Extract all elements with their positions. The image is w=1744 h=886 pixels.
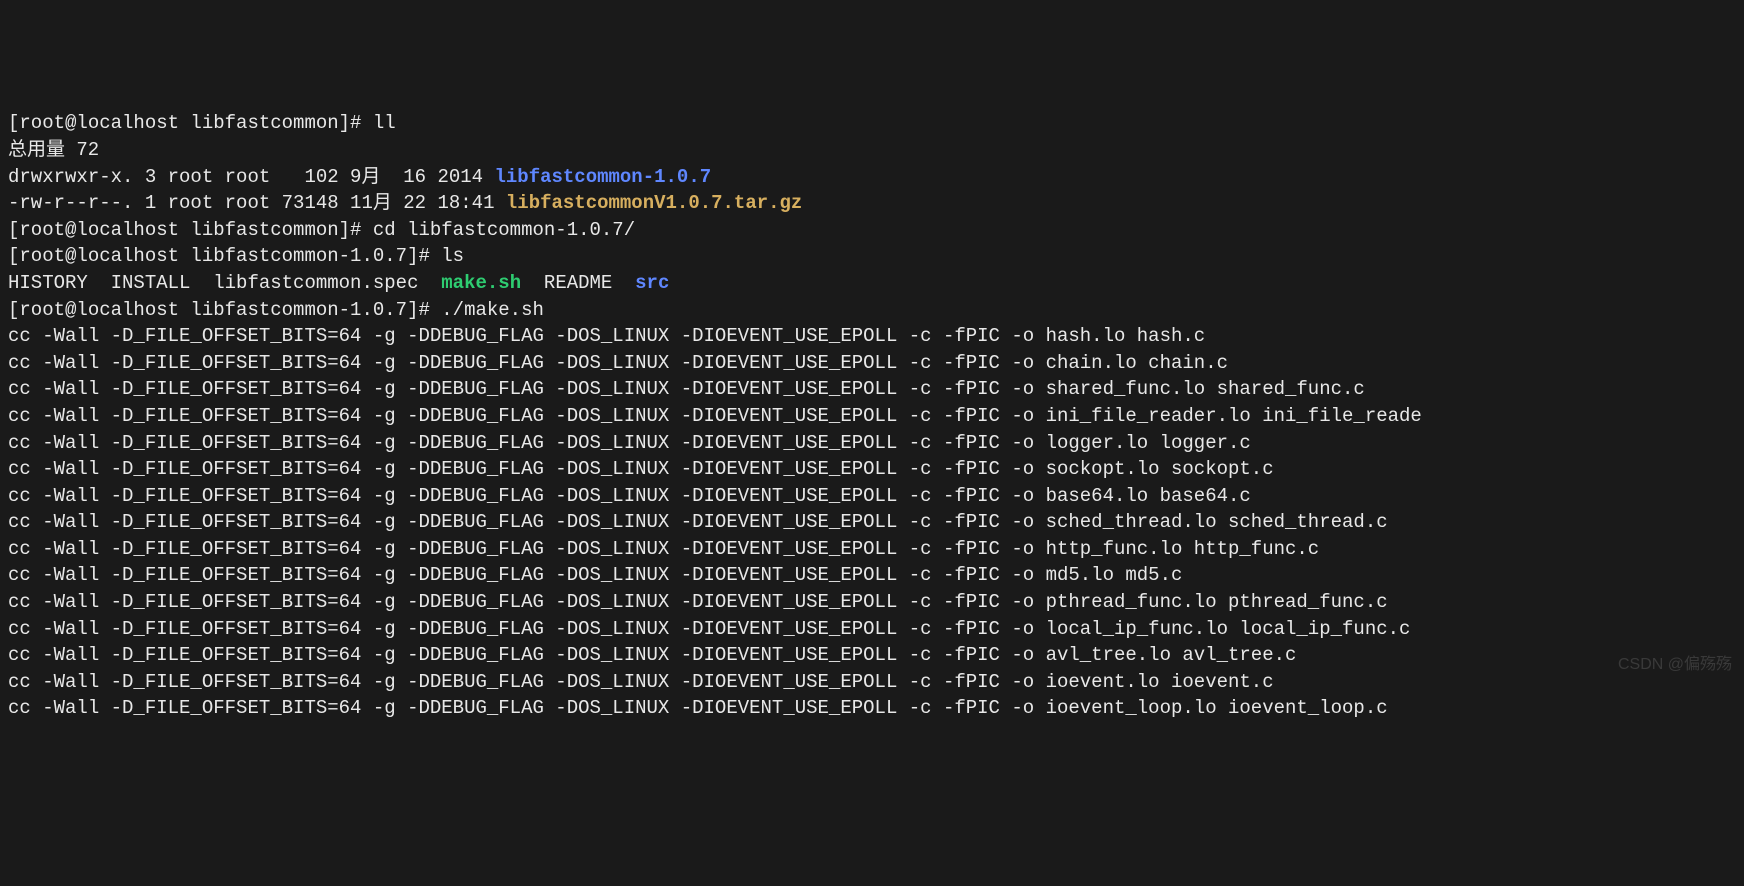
terminal-line: [root@localhost libfastcommon]# ll (8, 110, 1736, 137)
terminal-line: cc -Wall -D_FILE_OFFSET_BITS=64 -g -DDEB… (8, 509, 1736, 536)
terminal-line: cc -Wall -D_FILE_OFFSET_BITS=64 -g -DDEB… (8, 350, 1736, 377)
terminal-line: [root@localhost libfastcommon-1.0.7]# ls (8, 243, 1736, 270)
text-segment: cc -Wall -D_FILE_OFFSET_BITS=64 -g -DDEB… (8, 618, 1410, 640)
text-segment: cc -Wall -D_FILE_OFFSET_BITS=64 -g -DDEB… (8, 458, 1274, 480)
text-segment: 总用量 72 (8, 139, 99, 161)
dir-text: src (635, 272, 669, 294)
terminal-line: cc -Wall -D_FILE_OFFSET_BITS=64 -g -DDEB… (8, 376, 1736, 403)
text-segment: cc -Wall -D_FILE_OFFSET_BITS=64 -g -DDEB… (8, 644, 1296, 666)
text-segment: cc -Wall -D_FILE_OFFSET_BITS=64 -g -DDEB… (8, 352, 1228, 374)
terminal-line: cc -Wall -D_FILE_OFFSET_BITS=64 -g -DDEB… (8, 456, 1736, 483)
text-segment: cc -Wall -D_FILE_OFFSET_BITS=64 -g -DDEB… (8, 378, 1365, 400)
terminal-line: cc -Wall -D_FILE_OFFSET_BITS=64 -g -DDEB… (8, 562, 1736, 589)
terminal-line: cc -Wall -D_FILE_OFFSET_BITS=64 -g -DDEB… (8, 642, 1736, 669)
text-segment: [root@localhost libfastcommon]# ll (8, 112, 396, 134)
text-segment: cc -Wall -D_FILE_OFFSET_BITS=64 -g -DDEB… (8, 432, 1251, 454)
text-segment: cc -Wall -D_FILE_OFFSET_BITS=64 -g -DDEB… (8, 325, 1205, 347)
terminal-line: HISTORY INSTALL libfastcommon.spec make.… (8, 270, 1736, 297)
exec-text: make.sh (441, 272, 521, 294)
text-segment: [root@localhost libfastcommon]# cd libfa… (8, 219, 635, 241)
terminal-line: cc -Wall -D_FILE_OFFSET_BITS=64 -g -DDEB… (8, 669, 1736, 696)
text-segment: HISTORY INSTALL libfastcommon.spec (8, 272, 441, 294)
terminal-line: cc -Wall -D_FILE_OFFSET_BITS=64 -g -DDEB… (8, 695, 1736, 722)
terminal-line: cc -Wall -D_FILE_OFFSET_BITS=64 -g -DDEB… (8, 430, 1736, 457)
terminal-line: [root@localhost libfastcommon]# cd libfa… (8, 217, 1736, 244)
terminal-line: cc -Wall -D_FILE_OFFSET_BITS=64 -g -DDEB… (8, 536, 1736, 563)
text-segment: README (521, 272, 635, 294)
terminal-line: cc -Wall -D_FILE_OFFSET_BITS=64 -g -DDEB… (8, 403, 1736, 430)
text-segment: cc -Wall -D_FILE_OFFSET_BITS=64 -g -DDEB… (8, 697, 1388, 719)
terminal-line: cc -Wall -D_FILE_OFFSET_BITS=64 -g -DDEB… (8, 483, 1736, 510)
terminal-line: 总用量 72 (8, 137, 1736, 164)
text-segment: cc -Wall -D_FILE_OFFSET_BITS=64 -g -DDEB… (8, 511, 1388, 533)
text-segment: [root@localhost libfastcommon-1.0.7]# ls (8, 245, 464, 267)
watermark: CSDN @偏殇殇 (1618, 654, 1732, 676)
terminal-line: drwxrwxr-x. 3 root root 102 9月 16 2014 l… (8, 164, 1736, 191)
text-segment: cc -Wall -D_FILE_OFFSET_BITS=64 -g -DDEB… (8, 405, 1422, 427)
terminal-line: cc -Wall -D_FILE_OFFSET_BITS=64 -g -DDEB… (8, 323, 1736, 350)
terminal-line: cc -Wall -D_FILE_OFFSET_BITS=64 -g -DDEB… (8, 589, 1736, 616)
text-segment: -rw-r--r--. 1 root root 73148 11月 22 18:… (8, 192, 506, 214)
tar-text: libfastcommonV1.0.7.tar.gz (506, 192, 802, 214)
terminal-line: -rw-r--r--. 1 root root 73148 11月 22 18:… (8, 190, 1736, 217)
text-segment: cc -Wall -D_FILE_OFFSET_BITS=64 -g -DDEB… (8, 485, 1251, 507)
terminal-line: cc -Wall -D_FILE_OFFSET_BITS=64 -g -DDEB… (8, 616, 1736, 643)
text-segment: drwxrwxr-x. 3 root root 102 9月 16 2014 (8, 166, 494, 188)
text-segment: cc -Wall -D_FILE_OFFSET_BITS=64 -g -DDEB… (8, 564, 1182, 586)
text-segment: [root@localhost libfastcommon-1.0.7]# ./… (8, 299, 544, 321)
text-segment: cc -Wall -D_FILE_OFFSET_BITS=64 -g -DDEB… (8, 591, 1388, 613)
text-segment: cc -Wall -D_FILE_OFFSET_BITS=64 -g -DDEB… (8, 538, 1319, 560)
terminal-output[interactable]: [root@localhost libfastcommon]# ll 总用量 72… (8, 110, 1736, 722)
dir-text: libfastcommon-1.0.7 (494, 166, 711, 188)
terminal-line: [root@localhost libfastcommon-1.0.7]# ./… (8, 297, 1736, 324)
